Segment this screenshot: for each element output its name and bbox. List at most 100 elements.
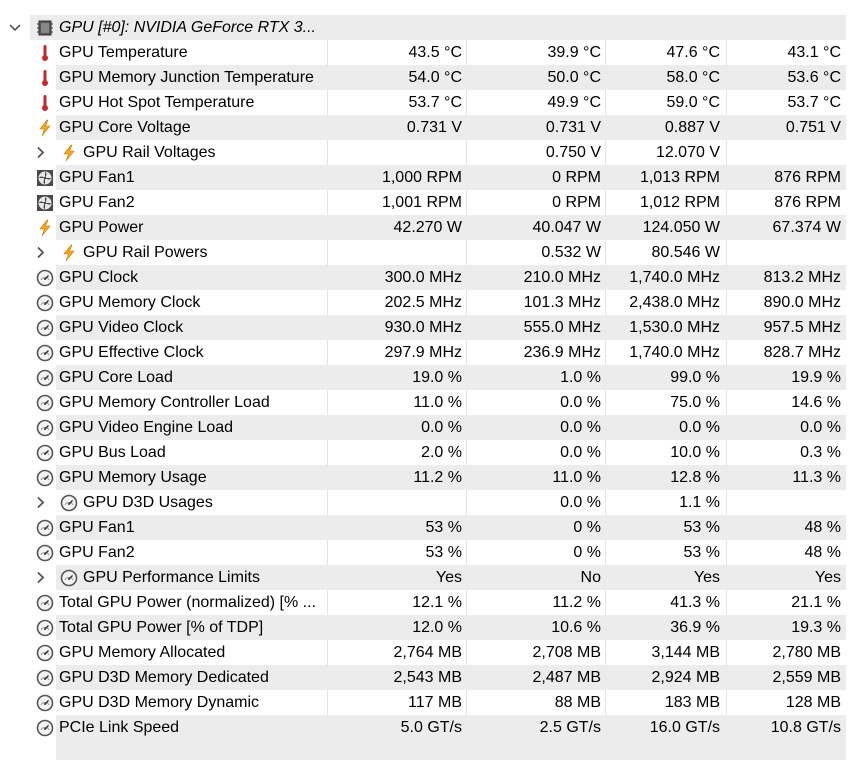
sensor-label: PCIe Link Speed: [59, 719, 180, 736]
lightning-bolt-icon: [36, 119, 54, 137]
minimum-value: 49.9 °C: [547, 94, 601, 111]
maximum-value: 2,924 MB: [651, 669, 720, 686]
maximum-value: 10.0 %: [670, 444, 720, 461]
sensor-row[interactable]: GPU Fan1 53 % 0 % 53 % 48 %: [0, 515, 865, 540]
sensor-row[interactable]: GPU Memory Allocated 2,764 MB 2,708 MB 3,14…: [0, 640, 865, 665]
minimum-value: 40.047 W: [532, 219, 601, 236]
sensor-row[interactable]: GPU Memory Usage 11.2 % 11.0 % 12.8 % 11.3 %: [0, 465, 865, 490]
fan-icon: [36, 169, 54, 187]
gauge-icon: [36, 269, 54, 287]
maximum-value: Yes: [693, 569, 720, 586]
sensor-label: GPU Fan2: [59, 544, 135, 561]
lightning-bolt-icon: [60, 144, 78, 162]
sensor-row[interactable]: GPU D3D Usages 0.0 % 1.1 %: [0, 490, 865, 515]
maximum-value: 36.9 %: [670, 619, 720, 636]
thermometer-icon: [36, 94, 54, 112]
sensor-row[interactable]: GPU Power 42.270 W 40.047 W 124.050 W 67.374…: [0, 215, 865, 240]
current-value: 202.5 MHz: [384, 294, 462, 311]
chevron-right-icon[interactable]: [34, 140, 48, 165]
gauge-icon: [36, 294, 54, 312]
sensor-row[interactable]: GPU D3D Memory Dedicated 2,543 MB 2,487 MB…: [0, 665, 865, 690]
sensor-row[interactable]: GPU Bus Load 2.0 % 0.0 % 10.0 % 0.3 %: [0, 440, 865, 465]
current-value: 297.9 MHz: [384, 344, 462, 361]
sensor-label: GPU Memory Allocated: [59, 644, 226, 661]
gpu-group-title: GPU [#0]: NVIDIA GeForce RTX 3...: [59, 19, 316, 36]
sensor-row[interactable]: Total GPU Power (normalized) [% ... 12.1 …: [0, 590, 865, 615]
sensor-label: GPU Temperature: [59, 44, 188, 61]
sensor-label: Total GPU Power [% of TDP]: [59, 619, 264, 636]
sensor-row[interactable]: GPU Memory Junction Temperature 54.0 °C 50…: [0, 65, 865, 90]
sensor-label: GPU Memory Junction Temperature: [59, 69, 314, 86]
sensor-row[interactable]: GPU Memory Clock 202.5 MHz 101.3 MHz 2,438.…: [0, 290, 865, 315]
sensor-label: GPU Power: [59, 219, 144, 236]
average-value: 813.2 MHz: [763, 269, 841, 286]
average-value: 48 %: [804, 544, 841, 561]
current-value: 42.270 W: [393, 219, 462, 236]
sensor-row[interactable]: GPU Rail Voltages 0.750 V 12.070 V: [0, 140, 865, 165]
chevron-down-icon[interactable]: [8, 15, 22, 40]
gauge-icon: [36, 469, 54, 487]
minimum-value: 0 RPM: [552, 194, 601, 211]
sensor-row[interactable]: GPU Fan2 1,001 RPM 0 RPM 1,012 RPM 876 RPM: [0, 190, 865, 215]
sensor-label: GPU Rail Powers: [83, 244, 208, 261]
sensor-row[interactable]: GPU Temperature 43.5 °C 39.9 °C 47.6 °C 43.1…: [0, 40, 865, 65]
sensor-row[interactable]: GPU Performance Limits Yes No Yes Yes: [0, 565, 865, 590]
average-value: 14.6 %: [791, 394, 841, 411]
sensor-row[interactable]: GPU Video Clock 930.0 MHz 555.0 MHz 1,530.0…: [0, 315, 865, 340]
sensor-row[interactable]: GPU Core Voltage 0.731 V 0.731 V 0.887 V 0.7…: [0, 115, 865, 140]
minimum-value: 2,708 MB: [532, 644, 601, 661]
sensor-row[interactable]: Total GPU Power [% of TDP] 12.0 % 10.6 % 36…: [0, 615, 865, 640]
sensor-row[interactable]: GPU Video Engine Load 0.0 % 0.0 % 0.0 % 0.0 …: [0, 415, 865, 440]
current-value: 53 %: [425, 519, 462, 536]
current-value: 1,001 RPM: [381, 194, 462, 211]
current-value: 43.5 °C: [408, 44, 462, 61]
minimum-value: 10.6 %: [551, 619, 601, 636]
minimum-value: 0.532 W: [541, 244, 601, 261]
sensor-label: GPU D3D Memory Dynamic: [59, 694, 260, 711]
maximum-value: 59.0 °C: [666, 94, 720, 111]
sensor-row[interactable]: GPU Effective Clock 297.9 MHz 236.9 MHz 1,7…: [0, 340, 865, 365]
maximum-value: 0.887 V: [664, 119, 720, 136]
sensor-row[interactable]: GPU Fan1 1,000 RPM 0 RPM 1,013 RPM 876 RPM: [0, 165, 865, 190]
sensor-label: GPU D3D Memory Dedicated: [59, 669, 269, 686]
minimum-value: 0 RPM: [552, 169, 601, 186]
sensor-row[interactable]: GPU Fan2 53 % 0 % 53 % 48 %: [0, 540, 865, 565]
minimum-value: 0.0 %: [560, 494, 601, 511]
gauge-icon: [36, 394, 54, 412]
minimum-value: 2,487 MB: [532, 669, 601, 686]
sensor-row[interactable]: PCIe Link Speed 5.0 GT/s 2.5 GT/s 16.0 GT/s…: [0, 715, 865, 740]
chevron-right-icon[interactable]: [34, 565, 48, 590]
sensor-row[interactable]: GPU Hot Spot Temperature 53.7 °C 49.9 °C 59…: [0, 90, 865, 115]
lightning-bolt-icon: [36, 219, 54, 237]
sensor-label: GPU Memory Clock: [59, 294, 201, 311]
sensor-label: GPU D3D Usages: [83, 494, 213, 511]
chevron-right-icon[interactable]: [34, 240, 48, 265]
gpu-group-header[interactable]: GPU [#0]: NVIDIA GeForce RTX 3...: [0, 15, 865, 40]
maximum-value: 16.0 GT/s: [649, 719, 720, 736]
current-value: 53 %: [425, 544, 462, 561]
sensor-row[interactable]: GPU Clock 300.0 MHz 210.0 MHz 1,740.0 MHz 81…: [0, 265, 865, 290]
sensor-row[interactable]: GPU Rail Powers 0.532 W 80.546 W: [0, 240, 865, 265]
sensor-label: GPU Rail Voltages: [83, 144, 216, 161]
minimum-value: 236.9 MHz: [523, 344, 601, 361]
chevron-right-icon[interactable]: [34, 490, 48, 515]
average-value: 890.0 MHz: [763, 294, 841, 311]
sensor-row[interactable]: GPU Core Load 19.0 % 1.0 % 99.0 % 19.9 %: [0, 365, 865, 390]
maximum-value: 12.8 %: [670, 469, 720, 486]
sensor-row[interactable]: GPU D3D Memory Dynamic 117 MB 88 MB 183 MB 1…: [0, 690, 865, 715]
average-value: 53.6 °C: [787, 69, 841, 86]
current-value: 12.1 %: [412, 594, 462, 611]
gauge-icon: [36, 319, 54, 337]
lightning-bolt-icon: [60, 244, 78, 262]
average-value: 43.1 °C: [787, 44, 841, 61]
gauge-icon: [60, 569, 78, 587]
maximum-value: 3,144 MB: [651, 644, 720, 661]
maximum-value: 47.6 °C: [666, 44, 720, 61]
maximum-value: 41.3 %: [670, 594, 720, 611]
current-value: 117 MB: [408, 694, 462, 711]
sensor-row[interactable]: GPU Memory Controller Load 11.0 % 0.0 % 75.…: [0, 390, 865, 415]
average-value: 67.374 W: [772, 219, 841, 236]
minimum-value: 88 MB: [554, 694, 601, 711]
maximum-value: 1,530.0 MHz: [629, 319, 720, 336]
average-value: 21.1 %: [791, 594, 841, 611]
